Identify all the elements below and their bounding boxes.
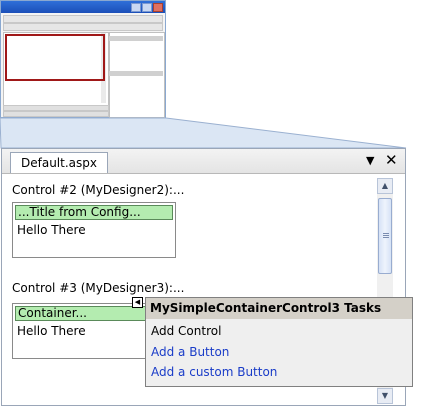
scroll-down-icon[interactable]: ▼ [377, 388, 393, 404]
add-control-item: Add Control [151, 324, 222, 338]
tasks-panel: MySimpleContainerControl3 Tasks Add Cont… [145, 297, 413, 387]
tasks-panel-title: MySimpleContainerControl3 Tasks [146, 298, 412, 319]
control-2-title: ...Title from Config... [15, 205, 173, 220]
thumbnail-minimize-icon [131, 3, 141, 12]
thumb-grip-line [383, 235, 389, 236]
add-button-link[interactable]: Add a Button [151, 345, 229, 359]
thumbnail-close-icon [153, 3, 163, 12]
control-2-box[interactable]: ...Title from Config... Hello There [12, 202, 176, 258]
scrollbar-thumb[interactable] [378, 198, 392, 274]
ide-thumbnail [0, 0, 166, 118]
control-3-body: Hello There [17, 324, 86, 338]
thumbnail-side-pane-header-2 [109, 71, 163, 76]
thumbnail-menubar [3, 15, 163, 23]
document-tab-strip: Default.aspx ▼ ✕ [2, 149, 405, 174]
control-2-label: Control #2 (MyDesigner2):... [12, 183, 185, 197]
thumbnail-status-strip-2 [3, 111, 109, 117]
close-icon[interactable]: ✕ [385, 151, 398, 169]
thumb-grip-line [383, 233, 389, 234]
smart-tag-icon[interactable]: ◀ [132, 297, 143, 308]
thumb-grip-line [383, 237, 389, 238]
scroll-up-icon[interactable]: ▲ [377, 178, 393, 194]
thumbnail-toolbar [3, 23, 163, 31]
thumbnail-zoom-region [5, 34, 105, 81]
dropdown-arrow-icon[interactable]: ▼ [366, 154, 374, 167]
control-3-label: Control #3 (MyDesigner3):... [12, 281, 185, 295]
add-custom-button-link[interactable]: Add a custom Button [151, 365, 277, 379]
thumbnail-title-bar [1, 1, 165, 13]
thumbnail-maximize-icon [142, 3, 152, 12]
thumbnail-side-pane-header [109, 36, 163, 41]
tab-default-aspx[interactable]: Default.aspx [10, 152, 108, 173]
control-2-body: Hello There [17, 223, 86, 237]
